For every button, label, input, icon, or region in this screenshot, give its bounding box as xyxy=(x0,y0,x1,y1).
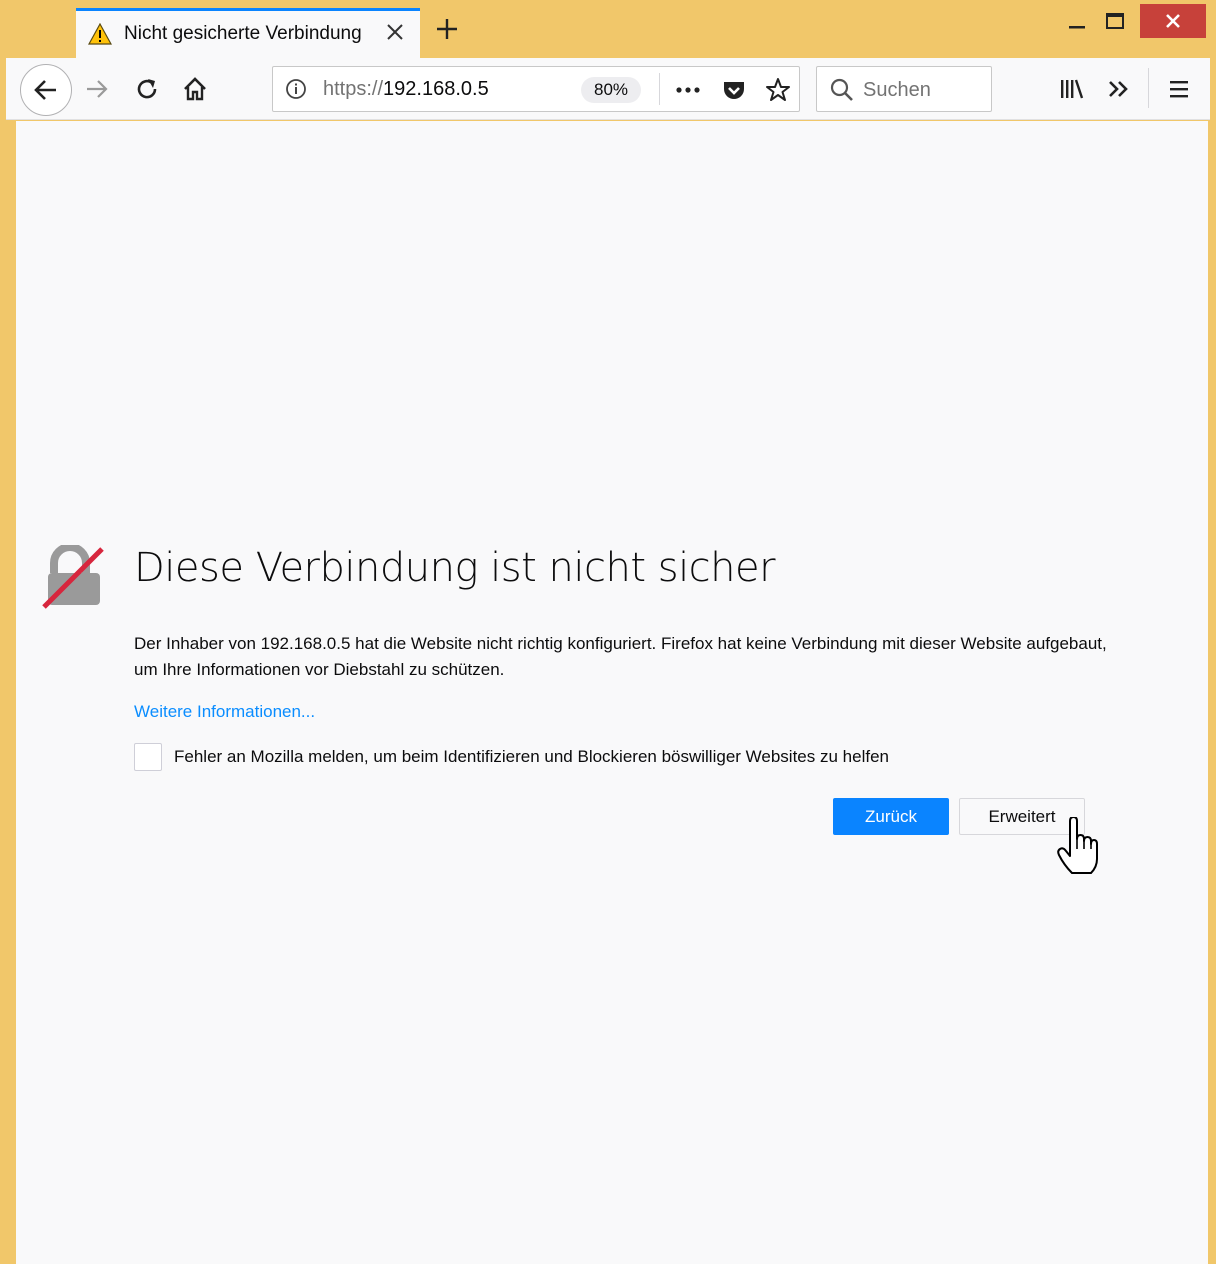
forward-button[interactable] xyxy=(80,72,114,106)
url-bar[interactable]: https://192.168.0.5 80% xyxy=(272,66,800,112)
browser-window: Nicht gesicherte Verbindung https://192.… xyxy=(6,0,1210,1264)
window-close-button[interactable] xyxy=(1140,4,1206,38)
report-checkbox[interactable] xyxy=(134,743,162,771)
tab-strip: Nicht gesicherte Verbindung xyxy=(6,0,1210,58)
warning-icon xyxy=(87,22,113,45)
more-info-link[interactable]: Weitere Informationen... xyxy=(134,702,315,722)
back-primary-button[interactable]: Zurück xyxy=(833,798,949,835)
reload-button[interactable] xyxy=(130,72,164,106)
search-input[interactable] xyxy=(863,77,983,103)
bookmark-star-icon[interactable] xyxy=(763,75,793,105)
minimize-button[interactable] xyxy=(1062,4,1092,38)
tab-active[interactable]: Nicht gesicherte Verbindung xyxy=(76,8,420,58)
broken-lock-icon xyxy=(40,543,106,609)
page-actions-icon[interactable] xyxy=(673,75,703,105)
page-content: Diese Verbindung ist nicht sicher Der In… xyxy=(16,121,1208,1264)
url-text[interactable]: https://192.168.0.5 xyxy=(323,78,489,101)
report-option: Fehler an Mozilla melden, um beim Identi… xyxy=(134,743,1034,771)
info-icon[interactable] xyxy=(285,78,307,100)
url-host: 192.168.0.5 xyxy=(383,78,489,100)
window-frame-left xyxy=(6,120,16,1264)
nav-toolbar: https://192.168.0.5 80% xyxy=(6,58,1210,120)
new-tab-button[interactable] xyxy=(432,14,462,44)
pocket-icon[interactable] xyxy=(719,75,749,105)
library-icon[interactable] xyxy=(1054,72,1088,106)
zoom-badge[interactable]: 80% xyxy=(581,77,641,103)
error-title: Diese Verbindung ist nicht sicher xyxy=(134,545,776,591)
overflow-chevron-icon[interactable] xyxy=(1102,72,1136,106)
divider xyxy=(659,73,660,105)
url-scheme: https:// xyxy=(323,78,384,100)
hand-cursor-icon xyxy=(1056,816,1100,875)
error-description: Der Inhaber von 192.168.0.5 hat die Webs… xyxy=(134,634,1107,679)
report-label: Fehler an Mozilla melden, um beim Identi… xyxy=(174,747,889,766)
close-tab-icon[interactable] xyxy=(382,19,408,45)
tab-title: Nicht gesicherte Verbindung xyxy=(124,23,362,44)
search-icon xyxy=(829,77,855,103)
hamburger-menu-icon[interactable] xyxy=(1162,72,1196,106)
maximize-button[interactable] xyxy=(1100,4,1130,38)
back-button[interactable] xyxy=(20,64,72,116)
home-button[interactable] xyxy=(178,72,212,106)
divider xyxy=(1148,68,1149,108)
window-frame-right xyxy=(1208,120,1210,1264)
search-bar[interactable] xyxy=(816,66,992,112)
